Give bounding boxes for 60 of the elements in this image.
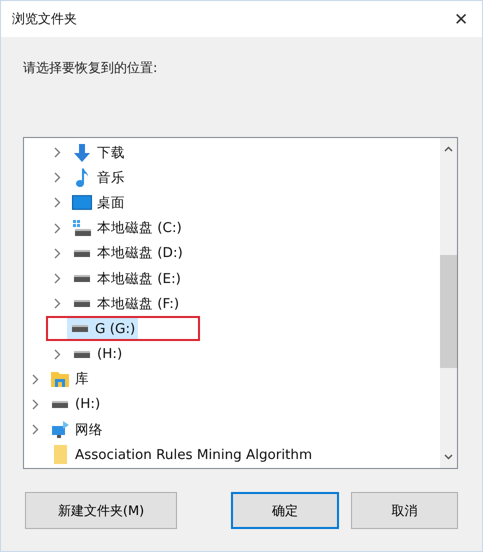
drive-icon: [52, 400, 68, 408]
drive-icon: [74, 250, 90, 257]
dialog-button[interactable]: 新建文件夹(M): [25, 492, 178, 529]
library-folder-icon: [51, 372, 69, 387]
tree-item-label: (H:): [75, 396, 100, 412]
chevron-icon[interactable]: [54, 298, 61, 310]
dialog-button[interactable]: 确定: [231, 492, 339, 529]
chevron-icon[interactable]: [32, 398, 39, 410]
chevron-icon[interactable]: [54, 348, 61, 360]
chevron-icon[interactable]: [54, 248, 61, 259]
chevron-icon[interactable]: [32, 374, 39, 385]
tree-item[interactable]: 库: [47, 368, 92, 390]
chevron-icon[interactable]: [32, 424, 39, 436]
scrollbar-thumb[interactable]: [440, 255, 457, 368]
tree-item[interactable]: 下载: [69, 142, 128, 164]
scroll-up-icon[interactable]: [444, 146, 453, 152]
chevron-icon[interactable]: [54, 147, 61, 158]
prompt-text: 请选择要恢复到的位置:: [23, 60, 158, 78]
tree-item-label: Association Rules Mining Algorithm: [75, 446, 312, 463]
tree-item-label: 音乐: [97, 168, 125, 187]
dialog-button[interactable]: 取消: [350, 492, 458, 529]
tree-item-label: 本地磁盘 (C:): [97, 219, 182, 238]
music-note-icon: [76, 168, 88, 188]
drive-icon: [72, 325, 88, 332]
drive-icon: [74, 300, 90, 308]
tree-item-label: 网络: [75, 420, 103, 439]
tree-item-label: 下载: [97, 144, 125, 162]
tree-item[interactable]: 音乐: [69, 167, 128, 188]
tree-item[interactable]: 本地磁盘 (C:): [69, 218, 185, 239]
tree-item[interactable]: 本地磁盘 (F:): [69, 293, 182, 314]
window-title: 浏览文件夹: [12, 11, 77, 28]
tree-item[interactable]: G (G:): [67, 318, 138, 340]
tree-item-label: G (G:): [95, 320, 136, 337]
scrollbar[interactable]: [440, 138, 457, 468]
tree-item-label: 本地磁盘 (E:): [97, 270, 181, 288]
tree-item-label: 库: [75, 370, 89, 388]
tree-item[interactable]: 本地磁盘 (D:): [69, 242, 186, 264]
tree-item-label: 本地磁盘 (F:): [97, 294, 180, 313]
tree-item[interactable]: Association Rules Mining Algorithm: [47, 444, 316, 466]
tree-item-label: (H:): [97, 346, 122, 362]
tree-item[interactable]: (H:): [69, 344, 126, 365]
network-icon: [52, 421, 68, 438]
chevron-icon[interactable]: [54, 197, 61, 208]
close-button[interactable]: ✕: [446, 6, 476, 32]
tree-item[interactable]: (H:): [47, 394, 104, 415]
chevron-icon[interactable]: [54, 172, 61, 184]
tree-item[interactable]: 桌面: [69, 192, 128, 214]
download-arrow-icon: [72, 142, 92, 163]
system-drive-icon: [73, 220, 91, 236]
folder-icon: [54, 445, 66, 464]
tree-item[interactable]: 网络: [47, 419, 106, 440]
tree-item[interactable]: 本地磁盘 (E:): [69, 268, 184, 290]
tree-item-label: 本地磁盘 (D:): [97, 244, 183, 262]
chevron-icon[interactable]: [54, 222, 61, 234]
desktop-icon: [72, 195, 92, 210]
drive-icon: [74, 350, 90, 358]
tree-item-label: 桌面: [97, 194, 125, 212]
drive-icon: [74, 275, 90, 282]
scroll-down-icon[interactable]: [444, 454, 453, 460]
chevron-icon[interactable]: [54, 273, 61, 284]
